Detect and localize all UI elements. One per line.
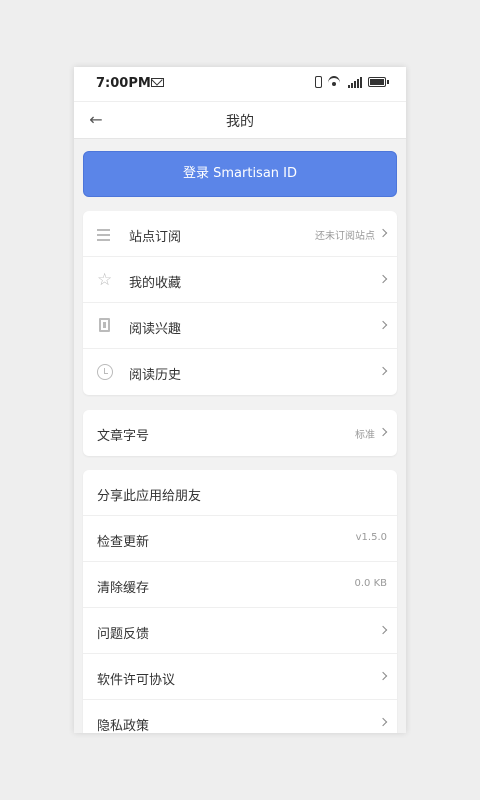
chevron-right-icon [378,671,388,681]
settings-menu-card: 分享此应用给朋友 检查更新 v1.5.0 清除缓存 0.0 KB 问题反馈 软件… [83,470,397,733]
menu-item-label: 问题反馈 [97,627,150,642]
status-time: 7:00PM [96,76,151,91]
menu-item-share-app[interactable]: 分享此应用给朋友 [83,470,397,516]
menu-item-label: 我的收藏 [129,276,182,291]
menu-item-label: 阅读历史 [129,368,182,383]
menu-item-license[interactable]: 软件许可协议 [83,654,397,700]
menu-item-label: 站点订阅 [129,230,182,245]
vibrate-icon [315,76,322,88]
menu-item-reading-history[interactable]: 阅读历史 [83,349,397,395]
version-value: v1.5.0 [355,532,387,543]
menu-item-favorites[interactable]: ☆ 我的收藏 [83,257,397,303]
menu-item-privacy-policy[interactable]: 隐私政策 [83,700,397,733]
chevron-right-icon [378,366,388,376]
chevron-right-icon [378,427,388,437]
list-icon [97,226,113,242]
menu-item-label: 隐私政策 [97,719,150,733]
battery-icon [368,77,389,87]
chevron-right-icon [378,274,388,284]
menu-item-check-update[interactable]: 检查更新 v1.5.0 [83,516,397,562]
chevron-right-icon [378,625,388,635]
chevron-right-icon [378,228,388,238]
page-title: 我的 [226,114,254,130]
mail-icon [151,78,164,87]
wifi-icon [328,76,342,88]
book-icon [99,318,110,332]
menu-item-label: 软件许可协议 [97,673,176,688]
menu-item-label: 阅读兴趣 [129,322,182,337]
menu-item-article-font-size[interactable]: 文章字号 标准 [83,410,397,456]
menu-item-label: 检查更新 [97,535,150,550]
menu-item-label: 文章字号 [97,429,150,444]
menu-item-site-subscription[interactable]: 站点订阅 还未订阅站点 [83,211,397,257]
menu-item-reading-interests[interactable]: 阅读兴趣 [83,303,397,349]
menu-item-label: 清除缓存 [97,581,150,596]
cache-size-value: 0.0 KB [354,578,388,589]
chevron-right-icon [378,717,388,727]
title-bar: ← 我的 [74,101,406,139]
star-icon: ☆ [97,270,113,290]
menu-item-feedback[interactable]: 问题反馈 [83,608,397,654]
clock-icon [97,364,113,380]
font-size-card: 文章字号 标准 [83,410,397,456]
menu-item-label: 分享此应用给朋友 [97,489,202,504]
phone-screen: 7:00PM ← 我的 登录 Smartisan ID 站点订阅 还未订阅站点 … [74,67,406,733]
menu-item-value: 还未订阅站点 [315,231,375,242]
login-button[interactable]: 登录 Smartisan ID [83,151,397,197]
chevron-right-icon [378,320,388,330]
signal-icon [348,76,362,88]
status-icons [315,76,389,88]
status-bar: 7:00PM [74,67,406,101]
menu-item-clear-cache[interactable]: 清除缓存 0.0 KB [83,562,397,608]
menu-item-value: 标准 [355,430,375,441]
account-menu-card: 站点订阅 还未订阅站点 ☆ 我的收藏 阅读兴趣 阅读历史 [83,211,397,395]
